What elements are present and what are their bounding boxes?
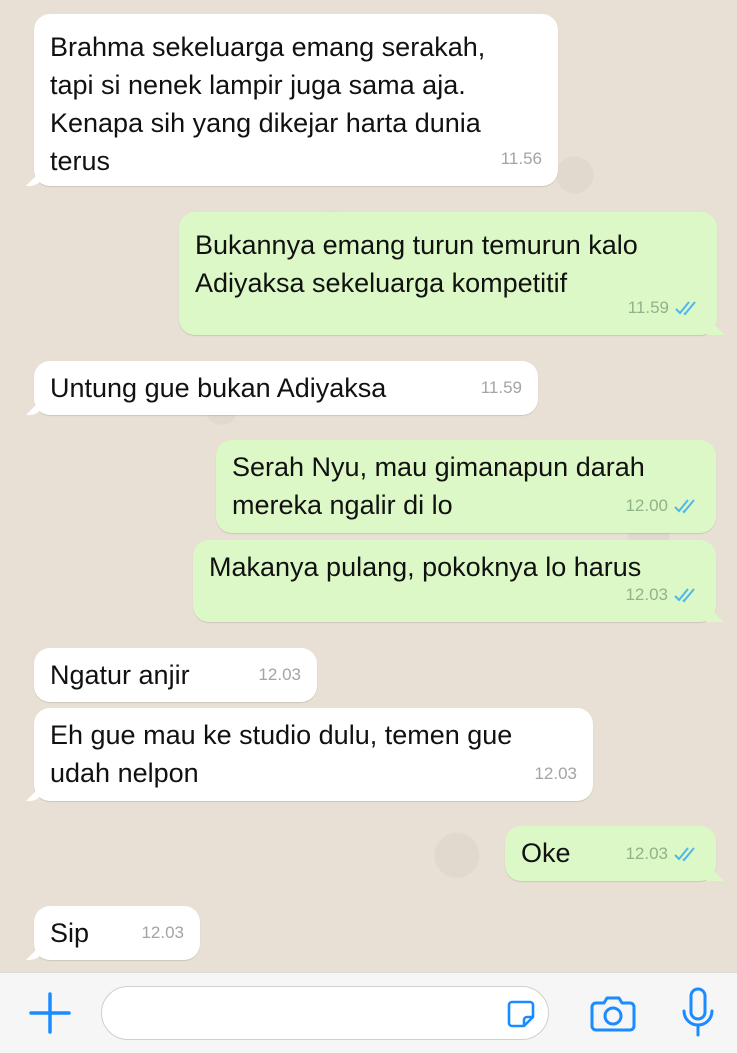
- message-outgoing[interactable]: Serah Nyu, mau gimanapun darah mereka ng…: [216, 440, 716, 533]
- read-ticks-icon: [674, 847, 695, 862]
- microphone-icon[interactable]: [680, 987, 716, 1039]
- message-outgoing[interactable]: Oke 12.03: [505, 826, 716, 881]
- message-text: Brahma sekeluarga emang serakah, tapi si…: [50, 32, 486, 176]
- message-meta: 12.03: [258, 656, 301, 694]
- message-input[interactable]: [120, 997, 484, 1031]
- plus-icon[interactable]: [28, 991, 72, 1035]
- message-time: 12.03: [625, 585, 668, 604]
- camera-icon[interactable]: [590, 991, 636, 1035]
- message-meta: 11.59: [628, 289, 701, 327]
- message-time: 12.03: [625, 844, 668, 863]
- message-text: Eh gue mau ke studio dulu, temen gue uda…: [50, 720, 513, 788]
- read-ticks-icon: [675, 301, 696, 316]
- read-ticks-icon: [674, 499, 695, 514]
- message-text: Bukannya emang turun temurun kalo Adiyak…: [195, 230, 638, 298]
- sticker-icon[interactable]: [506, 999, 536, 1029]
- message-incoming[interactable]: Brahma sekeluarga emang serakah, tapi si…: [34, 14, 558, 186]
- message-time: 12.03: [258, 665, 301, 684]
- message-incoming[interactable]: Untung gue bukan Adiyaksa 11.59: [34, 361, 538, 415]
- chat-area[interactable]: Brahma sekeluarga emang serakah, tapi si…: [0, 0, 737, 972]
- message-input-bar: [0, 972, 737, 1053]
- message-meta: 12.03: [625, 835, 700, 873]
- message-meta: 12.00: [625, 487, 700, 525]
- message-meta: 12.03: [534, 755, 577, 793]
- message-time: 11.59: [627, 298, 669, 317]
- message-incoming[interactable]: Eh gue mau ke studio dulu, temen gue uda…: [34, 708, 593, 801]
- message-time: 11.59: [480, 378, 522, 397]
- message-incoming[interactable]: Sip 12.03: [34, 906, 200, 960]
- message-incoming[interactable]: Ngatur anjir 12.03: [34, 648, 317, 702]
- message-meta: 12.03: [625, 576, 700, 614]
- message-meta: 11.56: [501, 140, 542, 178]
- message-time: 12.00: [625, 496, 668, 515]
- message-outgoing[interactable]: Makanya pulang, pokoknya lo harus 12.03: [193, 540, 716, 622]
- message-outgoing[interactable]: Bukannya emang turun temurun kalo Adiyak…: [179, 212, 717, 335]
- message-time: 11.56: [500, 149, 542, 168]
- message-text-field[interactable]: [101, 986, 549, 1040]
- message-text: Untung gue bukan Adiyaksa: [50, 373, 387, 403]
- message-meta: 11.59: [481, 369, 522, 407]
- message-time: 12.03: [534, 764, 577, 783]
- message-meta: 12.03: [141, 914, 184, 952]
- read-ticks-icon: [674, 588, 695, 603]
- message-time: 12.03: [141, 923, 184, 942]
